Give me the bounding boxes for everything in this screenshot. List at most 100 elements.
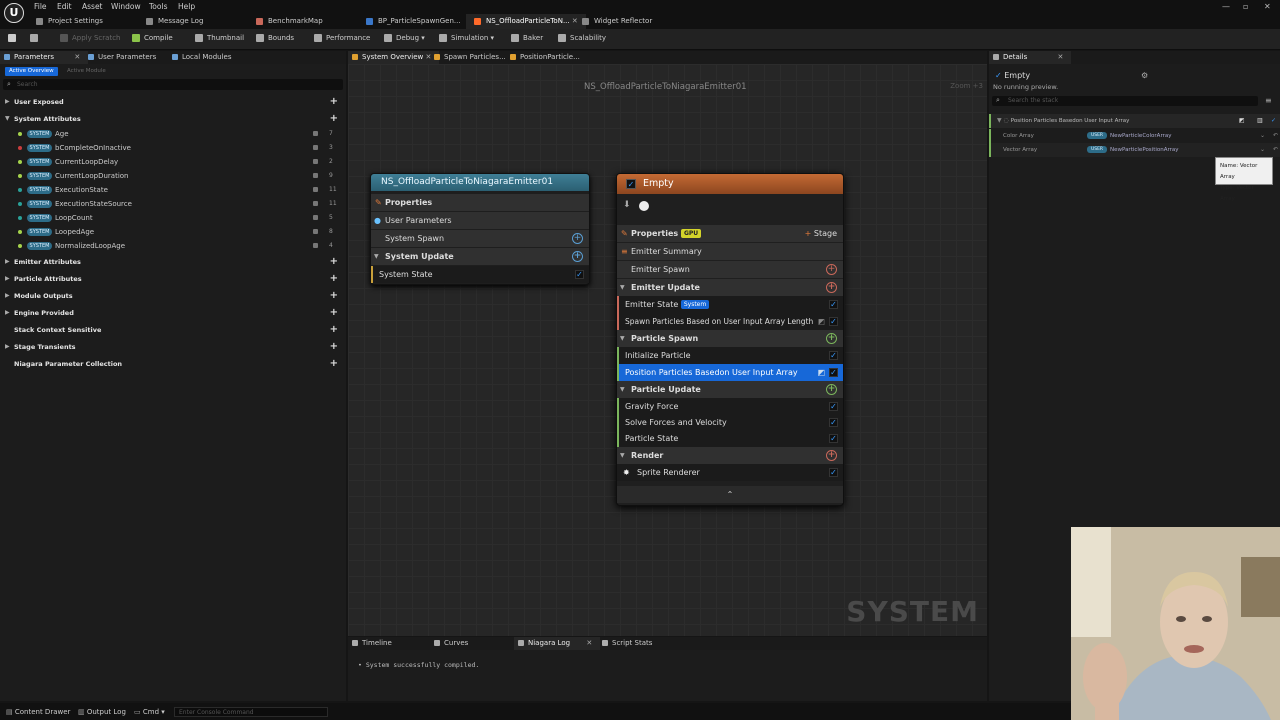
enabled-checkbox[interactable]: ✓ [829,317,838,326]
stack-search-box[interactable]: ⌕ Search the stack [992,96,1258,106]
tab-position-particle[interactable]: PositionParticle... [506,51,588,64]
enabled-checkbox[interactable]: ✓ [829,468,838,477]
input-row-vector-array[interactable]: Vector Array USER NewParticlePositionArr… [989,143,1280,157]
param-row[interactable]: SYSTEM bCompleteOnInactive 3 [0,141,346,155]
enabled-checkbox[interactable]: ✓ [829,418,838,427]
emitter-update[interactable]: ▼ Emitter Update + [617,279,843,296]
node-user-parameters[interactable]: ● User Parameters [371,212,589,229]
param-row[interactable]: SYSTEM Age 7 [0,127,346,141]
bounds-button[interactable]: Bounds [256,34,294,42]
add-module-icon[interactable]: + [826,384,837,395]
add-module-icon[interactable]: + [826,264,837,275]
system-node[interactable]: NS_OffloadParticleToNiagaraEmitter01 ✎ Pr… [370,173,590,285]
emitter-node[interactable]: ✓ Empty ⬇ ✎ Properties GPU + Stage ≡ Emitter… [616,173,844,506]
emitter-enabled-checkbox[interactable]: ✓ [626,179,636,189]
tab-user-parameters[interactable]: User Parameters [84,51,164,64]
particle-spawn[interactable]: ▼ Particle Spawn + [617,330,843,347]
minimize-icon[interactable]: — [1222,2,1230,11]
baker-button[interactable]: Baker [511,34,543,42]
tab-timeline[interactable]: Timeline [348,637,400,650]
maximize-icon[interactable]: ▫ [1243,2,1248,11]
add-renderer-icon[interactable]: + [826,450,837,461]
add-module-icon[interactable]: + [826,282,837,293]
chevron-down-icon[interactable]: ⌄ [1260,129,1265,143]
input-row-color-array[interactable]: Color Array USER NewParticleColorArray ⌄… [989,129,1280,143]
enabled-checkbox[interactable]: ✓ [829,434,838,443]
menu-help[interactable]: Help [178,2,195,11]
apply-scratch-button[interactable]: Apply Scratch [60,34,120,42]
param-row[interactable]: SYSTEM CurrentLoopDelay 2 [0,155,346,169]
reset-icon[interactable]: ↶ [1273,143,1278,157]
section-engine-provided[interactable]: ▶ Engine Provided + [0,306,346,320]
tab-benchmark-map[interactable]: BenchmarkMap [248,14,331,29]
enabled-checkbox[interactable]: ✓ [829,368,838,377]
add-module-icon[interactable]: + [826,333,837,344]
enabled-checkbox[interactable]: ✓ [1271,114,1276,128]
add-icon[interactable]: + [330,306,338,320]
console-command-input[interactable]: Enter Console Command [174,707,328,717]
enabled-checkbox[interactable]: ✓ [829,402,838,411]
add-icon[interactable]: + [330,340,338,354]
filter-active-module[interactable]: Active Module [67,67,106,76]
section-stack-context[interactable]: Stack Context Sensitive + [0,323,346,337]
param-row[interactable]: SYSTEM ExecutionState 11 [0,183,346,197]
tab-system-overview[interactable]: System Overview ✕ [348,51,440,64]
add-icon[interactable]: + [330,357,338,371]
node-system-update[interactable]: ▼ System Update + [371,248,589,265]
tab-niagara-system[interactable]: NS_OffloadParticleToN... ✕ [466,14,586,29]
tab-parameters[interactable]: Parameters ✕ [0,51,89,64]
tab-message-log[interactable]: Message Log [138,14,211,29]
tab-bp-particle-spawn[interactable]: BP_ParticleSpawnGen... [358,14,469,29]
module-header-row[interactable]: ▼ ◌ Position Particles Basedon User Inpu… [989,114,1280,128]
param-row[interactable]: SYSTEM LoopCount 5 [0,211,346,225]
enabled-checkbox[interactable]: ✓ [829,351,838,360]
filter-icon[interactable]: ≡ [1265,96,1272,105]
add-icon[interactable]: + [330,95,338,109]
module-gravity-force[interactable]: Gravity Force ✓ [617,398,843,415]
parameter-value[interactable]: NewParticlePositionArray [1110,143,1179,157]
performance-button[interactable]: Performance [314,34,370,42]
module-spawn-particles[interactable]: Spawn Particles Based on User Input Arra… [617,313,843,330]
node-system-spawn[interactable]: System Spawn + [371,230,589,247]
emitter-summary[interactable]: ≡ Emitter Summary [617,243,843,260]
close-tab-icon[interactable]: ✕ [74,53,80,61]
menu-window[interactable]: Window [111,2,141,11]
close-tab-icon[interactable]: ✕ [586,639,592,647]
add-stage-button[interactable]: + Stage [805,225,837,242]
param-row[interactable]: SYSTEM NormalizedLoopAge 4 [0,239,346,253]
param-row[interactable]: SYSTEM CurrentLoopDuration 9 [0,169,346,183]
collapse-node-button[interactable]: ⌃ [617,486,843,503]
delete-icon[interactable]: ▥ [1257,114,1263,128]
parameter-value[interactable]: NewParticleColorArray [1110,129,1172,143]
emitter-node-header[interactable]: ✓ Empty [617,174,843,194]
menu-asset[interactable]: Asset [82,2,103,11]
particle-update[interactable]: ▼ Particle Update + [617,381,843,398]
system-overview-graph[interactable]: NS_OffloadParticleToNiagaraEmitter01 Zoo… [348,64,987,636]
enabled-checkbox[interactable]: ✓ [829,300,838,309]
thumbnail-button[interactable]: Thumbnail [195,34,244,42]
chevron-down-icon[interactable]: ⌄ [1260,143,1265,157]
add-icon[interactable]: + [330,272,338,286]
menu-edit[interactable]: Edit [57,2,72,11]
close-window-icon[interactable]: ✕ [1264,2,1271,11]
add-icon[interactable]: + [330,289,338,303]
add-module-icon[interactable]: + [572,233,583,244]
filter-active-overview[interactable]: Active Overview [5,67,58,76]
scalability-button[interactable]: Scalability [558,34,606,42]
system-node-title[interactable]: NS_OffloadParticleToNiagaraEmitter01 [371,174,589,191]
section-stage-transients[interactable]: ▶ Stage Transients + [0,340,346,354]
reset-icon[interactable]: ↶ [1273,129,1278,143]
add-module-icon[interactable]: + [572,251,583,262]
content-drawer-button[interactable]: ▤ Content Drawer [6,708,70,716]
section-emitter-attributes[interactable]: ▶ Emitter Attributes + [0,255,346,269]
search-input[interactable]: Search [17,81,38,88]
menu-tools[interactable]: Tools [149,2,167,11]
simulation-button[interactable]: Simulation ▾ [439,34,494,42]
module-particle-state[interactable]: Particle State ✓ [617,430,843,447]
tab-widget-reflector[interactable]: Widget Reflector [574,14,660,29]
node-properties[interactable]: ✎ Properties [371,194,589,211]
close-tab-icon[interactable]: ✕ [1058,53,1064,61]
tab-curves[interactable]: Curves [430,637,476,650]
add-icon[interactable]: + [330,255,338,269]
emitter-pin-icon[interactable]: ⬇ [623,200,631,210]
